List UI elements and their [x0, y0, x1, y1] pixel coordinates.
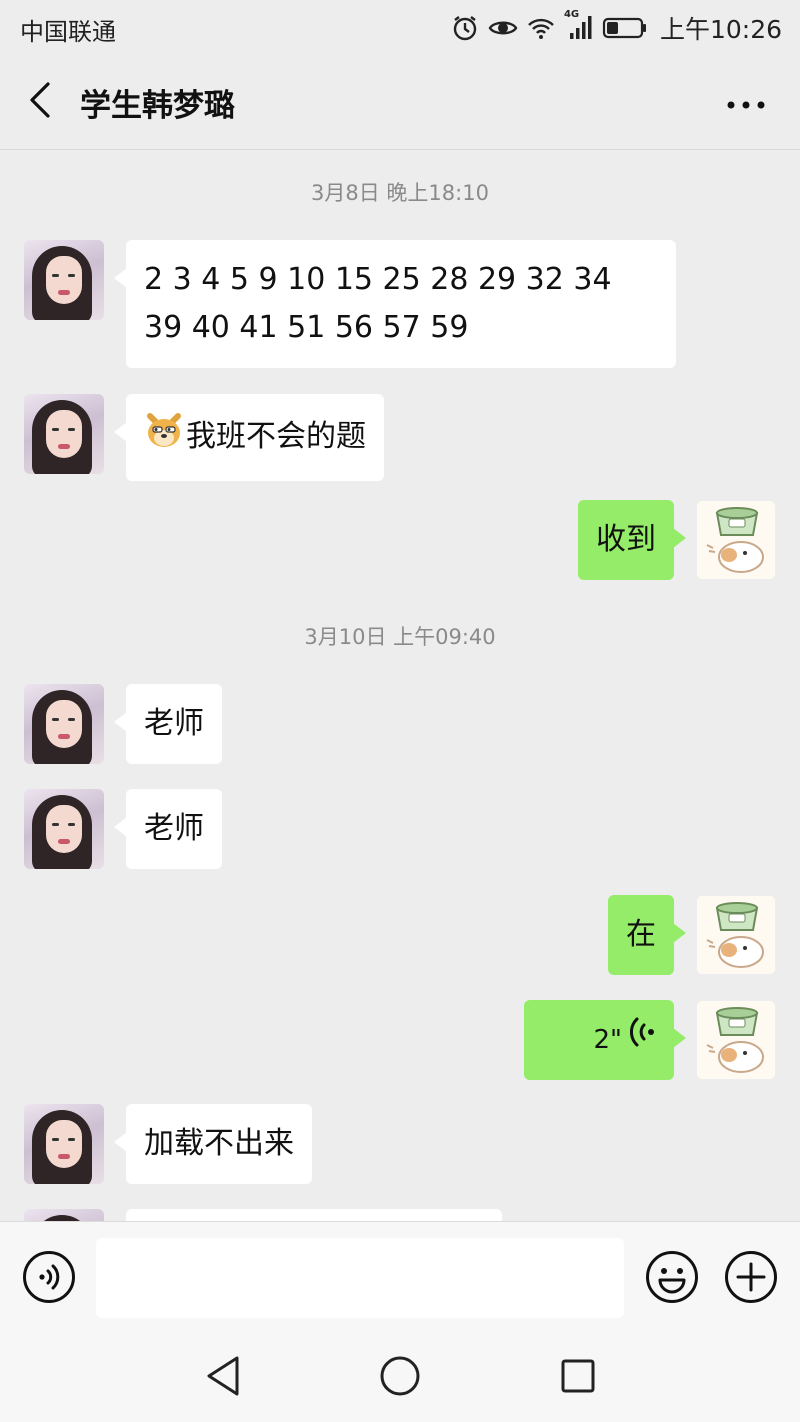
system-nav-bar [0, 1335, 800, 1422]
message-text: 在 [626, 917, 656, 952]
message-text: 我班不会的题 [186, 419, 366, 454]
message-bubble-received-partial[interactable] [126, 1209, 502, 1221]
voice-message-bubble[interactable]: 2" [524, 1000, 686, 1080]
back-button[interactable] [18, 78, 62, 126]
avatar-student[interactable] [24, 1104, 104, 1184]
voice-duration: 2" [593, 1025, 622, 1055]
plus-circle-icon [724, 1250, 778, 1308]
clock: 上午10:26 [659, 15, 782, 44]
ellipsis-icon [726, 95, 766, 114]
message-text: 收到 [596, 522, 656, 557]
chat-title: 学生韩梦璐 [80, 88, 235, 124]
message-bubble-received[interactable]: 我班不会的题 [114, 394, 384, 481]
smiley-icon [645, 1250, 699, 1308]
voice-mode-icon [22, 1250, 76, 1308]
network-type-label: 4G [563, 9, 580, 20]
alarm-icon [450, 13, 480, 43]
message-bubble-received[interactable]: 加载不出来 [114, 1104, 312, 1184]
avatar-student[interactable] [24, 240, 104, 320]
avatar-student[interactable] [24, 684, 104, 764]
nav-home-button[interactable] [375, 1353, 425, 1403]
emoji-button[interactable] [645, 1250, 699, 1308]
timestamp: 3月10日 上午09:40 [304, 625, 496, 649]
battery-icon [602, 13, 648, 43]
avatar-me[interactable] [696, 1000, 776, 1080]
more-options-button[interactable] [722, 84, 770, 124]
status-icons: 4G 上午10:26 [450, 9, 782, 46]
carrier-label: 中国联通 [20, 18, 116, 46]
timestamp: 3月8日 晚上18:10 [311, 181, 489, 205]
nav-recents-button[interactable] [553, 1353, 603, 1403]
wifi-icon [526, 13, 556, 43]
avatar-me[interactable] [696, 895, 776, 975]
nav-back-button[interactable] [198, 1353, 248, 1403]
message-input[interactable] [96, 1238, 624, 1318]
voice-mode-button[interactable] [22, 1250, 76, 1308]
chat-screen: 中国联通 4G 上午10:26 学生韩梦璐 3月8日 晚上18:10 2 3 4… [0, 0, 800, 1422]
avatar-student[interactable] [24, 1209, 104, 1221]
square-recents-icon [558, 1356, 598, 1400]
message-text: 老师 [144, 706, 204, 741]
message-bubble-sent[interactable]: 收到 [578, 500, 686, 580]
more-functions-button[interactable] [724, 1250, 778, 1308]
message-text: 老师 [144, 811, 204, 846]
message-bubble-received[interactable]: 老师 [114, 789, 222, 869]
signal-icon: 4G [564, 9, 594, 43]
avatar-student[interactable] [24, 789, 104, 869]
message-bubble-received[interactable]: 老师 [114, 684, 222, 764]
message-list[interactable]: 3月8日 晚上18:10 2 3 4 5 9 10 15 25 28 29 32… [0, 151, 800, 1221]
avatar-me[interactable] [696, 500, 776, 580]
triangle-back-icon [203, 1354, 243, 1402]
eye-icon [488, 13, 518, 43]
message-bubble-received[interactable]: 2 3 4 5 9 10 15 25 28 29 32 34 39 40 41 … [114, 240, 676, 368]
message-bubble-sent[interactable]: 在 [608, 895, 686, 975]
message-text: 2 3 4 5 9 10 15 25 28 29 32 34 39 40 41 … [144, 262, 612, 345]
avatar-student[interactable] [24, 394, 104, 474]
message-text: 加载不出来 [144, 1126, 294, 1161]
doge-emoji-icon [144, 410, 184, 465]
title-bar: 学生韩梦璐 [0, 56, 800, 150]
chevron-left-icon [28, 80, 52, 124]
status-bar: 中国联通 4G 上午10:26 [0, 0, 800, 56]
voice-wave-icon [630, 1015, 656, 1065]
input-bar [0, 1221, 800, 1335]
circle-home-icon [378, 1354, 422, 1402]
